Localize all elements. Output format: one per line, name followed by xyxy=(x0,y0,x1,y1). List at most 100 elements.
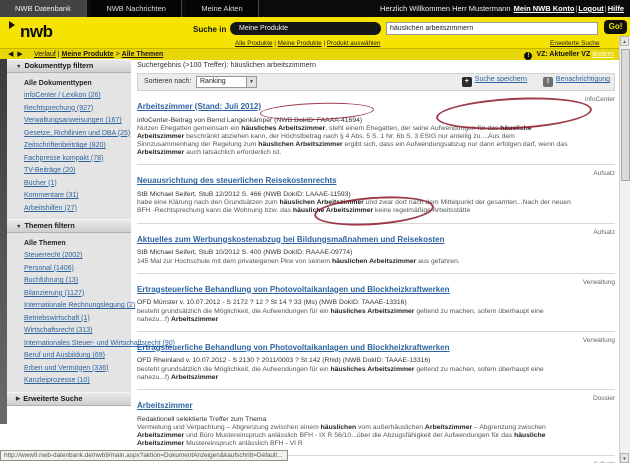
result-meta: Redaktionell selektierte Treffer zum The… xyxy=(137,416,575,423)
sidebar-item-verwaltungsanweisungen[interactable]: Verwaltungsanweisungen (167) xyxy=(24,117,131,125)
search-scope-dropdown[interactable]: Meine Produkte xyxy=(230,22,381,35)
sidebar-item-personal[interactable]: Personal (1406) xyxy=(24,265,131,273)
logo-arrow-icon xyxy=(9,21,15,29)
search-input[interactable] xyxy=(386,22,598,35)
welcome-area: Herzlich Willkommen Herr Mustermann Mein… xyxy=(380,0,625,17)
breadcrumb-separator: > xyxy=(116,51,120,58)
result-item: Ertragsteuerliche Behandlung von Photovo… xyxy=(137,273,615,324)
sidebar-item-kommentare[interactable]: Kommentare (31) xyxy=(24,192,131,200)
top-navigation-bar: NWB Datenbank NWB Nachrichten Meine Akte… xyxy=(0,0,630,17)
notification-icon: ! xyxy=(543,77,553,87)
sidebar-item-betriebswirtschaft[interactable]: Betriebswirtschaft (1) xyxy=(24,315,131,323)
sidebar-gap xyxy=(7,385,131,392)
scrollbar-up-icon[interactable]: ▲ xyxy=(620,36,629,46)
result-title-link[interactable]: Arbeitszimmer (Stand: Juli 2012) xyxy=(137,102,261,111)
scrollbar-thumb[interactable] xyxy=(621,49,630,181)
sidebar-item-erben-und-vermoegen[interactable]: Erben und Vermögen (336) xyxy=(24,365,131,373)
breadcrumb-meine-produkte[interactable]: Meine Produkte xyxy=(62,51,114,58)
sidebar-item-infocenter[interactable]: infoCenter / Lexikon (26) xyxy=(24,92,131,100)
result-snippet: besteht grundsätzlich die Möglichkeit, d… xyxy=(137,308,575,324)
sidebar-item-internationales-steuerrecht[interactable]: Internationales Steuer- und Wirtschaftsr… xyxy=(24,340,131,348)
result-snippet: Vermietung und Verpachtung – Abgrenzung … xyxy=(137,424,575,448)
result-item: Arbeitszimmer Dossier Redaktionell selek… xyxy=(137,389,615,448)
erweiterte-suche-header[interactable]: ▶Erweiterte Suche xyxy=(7,392,131,406)
notification-button[interactable]: !Benachrichtigung xyxy=(543,76,610,87)
result-item: Neuausrichtung des steuerlichen Reisekos… xyxy=(137,164,615,215)
sidebar-item-bilanzierung[interactable]: Bilanzierung (1127) xyxy=(24,290,131,298)
tab-meine-akten[interactable]: Meine Akten xyxy=(186,0,258,17)
result-title-link[interactable]: Ertragsteuerliche Behandlung von Photovo… xyxy=(137,285,450,294)
sidebar-item-arbeitshilfen[interactable]: Arbeitshilfen (27) xyxy=(24,205,131,213)
sidebar-item-steuerrecht[interactable]: Steuerrecht (2002) xyxy=(24,252,131,260)
sidebar-item-kanzleiprozesse[interactable]: Kanzleiprozesse (10) xyxy=(24,377,131,385)
nwb-database-window: NWB Datenbank NWB Nachrichten Meine Akte… xyxy=(0,0,630,463)
sidebar-item-fachpresse[interactable]: Fachpresse kompakt (78) xyxy=(24,155,131,163)
breadcrumb-alle-themen[interactable]: Alle Themen xyxy=(122,51,164,58)
tab-nwb-datenbank[interactable]: NWB Datenbank xyxy=(0,0,87,17)
vz-change-link[interactable]: ändern xyxy=(592,51,614,58)
result-item: Ertragsteuerliche Behandlung von Photovo… xyxy=(137,331,615,382)
verlauf-link[interactable]: Verlauf xyxy=(34,51,56,58)
meine-produkte-link[interactable]: Meine Produkte xyxy=(278,40,322,47)
result-meta: infoCenter-Beitrag von Bernd Langenkämpe… xyxy=(137,117,575,124)
result-title-link[interactable]: Ertragsteuerliche Behandlung von Photovo… xyxy=(137,343,450,352)
result-type-badge: Aufsatz xyxy=(593,170,615,177)
vz-label: VZ: Aktueller VZ xyxy=(536,51,590,58)
chevron-down-icon: ▼ xyxy=(246,77,256,87)
alert-icon: ! xyxy=(524,52,532,60)
sidebar-item-rechtsprechung[interactable]: Rechtsprechung (927) xyxy=(24,105,131,113)
sort-label: Sortieren nach: xyxy=(144,78,191,85)
scope-quick-links: Alle Produkte | Meine Produkte | Produkt… xyxy=(235,40,380,47)
result-meta: StB Michael Seifert, StuB 12/2012 S. 466… xyxy=(137,191,575,198)
result-type-badge: Aufsatz xyxy=(593,229,615,236)
sidebar-gap xyxy=(7,212,131,219)
sidebar-item-beruf-und-ausbildung[interactable]: Beruf und Ausbildung (69) xyxy=(24,352,131,360)
result-type-badge: Dossier xyxy=(593,395,615,402)
nwb-logo: nwb xyxy=(20,22,53,42)
sort-dropdown[interactable]: Ranking ▼ xyxy=(196,76,257,88)
vertical-scrollbar[interactable]: ▲ ▼ xyxy=(619,36,630,463)
result-type-badge: infoCenter xyxy=(585,96,615,103)
themen-filter-header[interactable]: ▼Themen filtern xyxy=(7,219,131,233)
logout-link[interactable]: Logout xyxy=(578,4,603,13)
result-meta: OFD Münster v. 10.07.2012 - S 2172 ? 12 … xyxy=(137,299,575,306)
result-item: Arbeitszimmer (Stand: Juli 2012) infoCen… xyxy=(137,96,615,157)
result-title-link[interactable]: Arbeitszimmer xyxy=(137,401,193,410)
tab-nwb-nachrichten[interactable]: NWB Nachrichten xyxy=(91,0,182,17)
produkt-auswaehlen-link[interactable]: Produkt auswählen xyxy=(327,40,381,47)
sidebar-item-zeitschriftenbeitraege[interactable]: Zeitschriftenbeiträge (820) xyxy=(24,142,131,150)
sidebar-item-buecher[interactable]: Bücher (1) xyxy=(24,180,131,188)
sidebar-item-tv-beitraege[interactable]: TV-Beiträge (20) xyxy=(24,167,131,175)
result-item: Aktuelles zum Werbungskostenabzug bei Bi… xyxy=(137,223,615,266)
mein-nwb-konto-link[interactable]: Mein NWB Konto xyxy=(514,4,575,13)
result-snippet: 145 Mal zur Hochschule mit dem privateig… xyxy=(137,258,575,266)
go-button[interactable]: Go! xyxy=(604,20,627,34)
hilfe-link[interactable]: Hilfe xyxy=(608,4,624,13)
status-url-tooltip: http://www9.nwb-datenbank.de/nwb9/main.a… xyxy=(0,450,288,461)
search-scope-label: Suche in xyxy=(193,25,226,34)
alle-produkte-link[interactable]: Alle Produkte xyxy=(235,40,272,47)
search-header: nwb Suche in Meine Produkte Alle Produkt… xyxy=(0,17,630,48)
alle-dokumenttypen-label: Alle Dokumenttypen xyxy=(24,80,131,87)
sidebar-item-buchfuehrung[interactable]: Buchführung (13) xyxy=(24,277,131,285)
result-title-link[interactable]: Neuausrichtung des steuerlichen Reisekos… xyxy=(137,176,337,185)
result-snippet: habe eine Klärung nach den Grundsätzen z… xyxy=(137,199,575,215)
sidebar-item-gesetze[interactable]: Gesetze, Richtlinien und DBA (25) xyxy=(24,130,131,138)
sidebar-item-internationale-rechnungslegung[interactable]: Internationale Rechnungslegung (2) xyxy=(24,302,131,310)
alle-themen-label: Alle Themen xyxy=(24,240,131,247)
result-title-link[interactable]: Aktuelles zum Werbungskostenabzug bei Bi… xyxy=(137,235,444,244)
dokumenttyp-filter-header[interactable]: ▼Dokumenttyp filtern xyxy=(7,59,131,73)
result-meta: OFD Rheinland v. 10.07.2012 - S 2130 ? 2… xyxy=(137,357,575,364)
result-snippet: besteht grundsätzlich die Möglichkeit, d… xyxy=(137,366,575,382)
sidebar-accent-strip xyxy=(0,59,7,424)
link-separator: | xyxy=(605,4,607,13)
themen-filter-list: Steuerrecht (2002) Personal (1406) Buchf… xyxy=(7,252,131,385)
toolbar-links: +Suche speichern !Benachrichtigung xyxy=(448,76,610,87)
result-type-badge: Verwaltung xyxy=(583,279,615,286)
chevron-down-icon: ▼ xyxy=(16,221,21,233)
dokumenttyp-filter-list: infoCenter / Lexikon (26) Rechtsprechung… xyxy=(7,92,131,212)
sidebar-item-wirtschaftsrecht[interactable]: Wirtschaftsrecht (313) xyxy=(24,327,131,335)
scrollbar-down-icon[interactable]: ▼ xyxy=(620,453,629,463)
save-search-button[interactable]: +Suche speichern xyxy=(462,76,527,87)
erweiterte-suche-link[interactable]: Erweiterte Suche xyxy=(550,40,600,47)
